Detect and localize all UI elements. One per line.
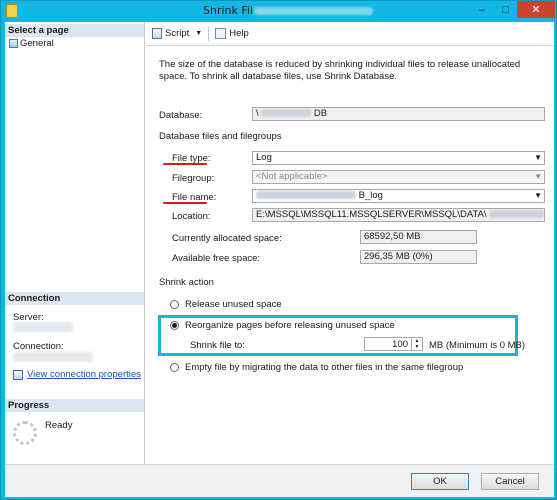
filegroup-value: <Not applicable> [256, 171, 328, 182]
script-icon [152, 28, 162, 39]
shrink-to-unit: MB (Minimum is 0 MB) [429, 340, 526, 351]
database-field: \ DB [252, 107, 545, 121]
minimize-button[interactable]: – [471, 1, 492, 18]
connection-header: Connection [5, 292, 144, 305]
toolbar: Script ▼ Help [146, 22, 554, 46]
reorganize-pages-label: Reorganize pages before releasing unused… [185, 320, 395, 331]
empty-file-label: Empty file by migrating the data to othe… [185, 362, 464, 373]
view-connection-properties-link[interactable]: View connection properties [13, 369, 141, 380]
left-pane: Select a page General Connection Server:… [5, 22, 145, 464]
shrink-file-window: Shrink File - – □ ✕ Select a page Genera… [0, 0, 557, 500]
description-text: The size of the database is reduced by s… [159, 59, 521, 82]
script-button[interactable]: Script [152, 28, 189, 39]
allocated-space-field: 68592,50 MB [360, 230, 477, 244]
help-icon [215, 28, 227, 39]
redacted-location [489, 210, 544, 219]
dialog-footer: OK Cancel [5, 464, 554, 497]
release-unused-option[interactable]: Release unused space [170, 299, 282, 310]
location-label: Location: [172, 211, 211, 222]
annotation-underline [163, 202, 207, 204]
database-prefix: \ [256, 108, 259, 119]
redacted-file-name [256, 191, 356, 200]
location-value: E:\MSSQL\MSSQL11.MSSQLSERVER\MSSQL\DATA\ [256, 209, 487, 220]
redacted-title [253, 7, 373, 15]
filegroup-dropdown: <Not applicable> ▼ [252, 170, 545, 184]
shrink-to-value: 100 [392, 339, 408, 350]
shrink-action-header: Shrink action [159, 277, 214, 288]
select-page-header: Select a page [5, 24, 144, 37]
allocated-space-label: Currently allocated space: [172, 233, 282, 244]
title-bar: Shrink File - – □ ✕ [1, 1, 557, 21]
page-item-general[interactable]: General [9, 38, 54, 49]
properties-icon [13, 369, 23, 380]
database-label: Database: [159, 110, 203, 121]
page-icon [9, 39, 18, 48]
file-name-suffix: B_log [358, 190, 383, 201]
files-section-header: Database files and filegroups [159, 131, 282, 142]
right-pane: Script ▼ Help The size of the database i… [146, 22, 554, 464]
help-button[interactable]: Help [215, 28, 249, 39]
script-label: Script [165, 28, 190, 39]
file-type-value: Log [256, 152, 272, 163]
view-connection-label: View connection properties [27, 369, 141, 380]
chevron-down-icon: ▼ [534, 191, 542, 200]
progress-status: Ready [45, 420, 73, 431]
release-unused-label: Release unused space [185, 299, 282, 310]
radio-button-selected[interactable] [170, 321, 179, 330]
app-icon [6, 4, 18, 18]
redacted-server [13, 322, 73, 332]
radio-button[interactable] [170, 363, 179, 372]
chevron-down-icon: ▼ [534, 153, 542, 162]
redacted-database [261, 109, 312, 118]
connection-label: Connection: [13, 341, 64, 352]
stepper-arrows-icon[interactable]: ▲ ▼ [411, 338, 422, 350]
dialog-client: Select a page General Connection Server:… [5, 22, 554, 464]
location-field: E:\MSSQL\MSSQL11.MSSQLSERVER\MSSQL\DATA\ [252, 208, 545, 222]
chevron-down-icon: ▼ [534, 172, 542, 181]
cancel-button[interactable]: Cancel [481, 473, 539, 490]
free-space-field: 296,35 MB (0%) [360, 250, 477, 264]
progress-header: Progress [5, 399, 144, 412]
annotation-underline [163, 163, 207, 165]
shrink-to-stepper[interactable]: 100 ▲ ▼ [364, 337, 423, 351]
maximize-button[interactable]: □ [495, 1, 516, 18]
filegroup-label: Filegroup: [172, 173, 215, 184]
reorganize-pages-option[interactable]: Reorganize pages before releasing unused… [170, 320, 395, 331]
empty-file-option[interactable]: Empty file by migrating the data to othe… [170, 362, 463, 373]
redacted-connection [13, 352, 93, 362]
help-label: Help [229, 28, 249, 39]
file-name-dropdown[interactable]: B_log ▼ [252, 189, 545, 203]
shrink-to-label: Shrink file to: [190, 340, 245, 351]
radio-button[interactable] [170, 300, 179, 309]
progress-spinner-icon [13, 421, 37, 445]
file-type-dropdown[interactable]: Log ▼ [252, 151, 545, 165]
free-space-label: Available free space: [172, 253, 261, 264]
toolbar-separator [208, 26, 210, 41]
script-dropdown-icon[interactable]: ▼ [195, 30, 202, 37]
database-suffix: DB [313, 108, 328, 119]
ok-button[interactable]: OK [411, 473, 469, 490]
close-button[interactable]: ✕ [517, 1, 555, 18]
page-item-general-label: General [20, 38, 54, 49]
